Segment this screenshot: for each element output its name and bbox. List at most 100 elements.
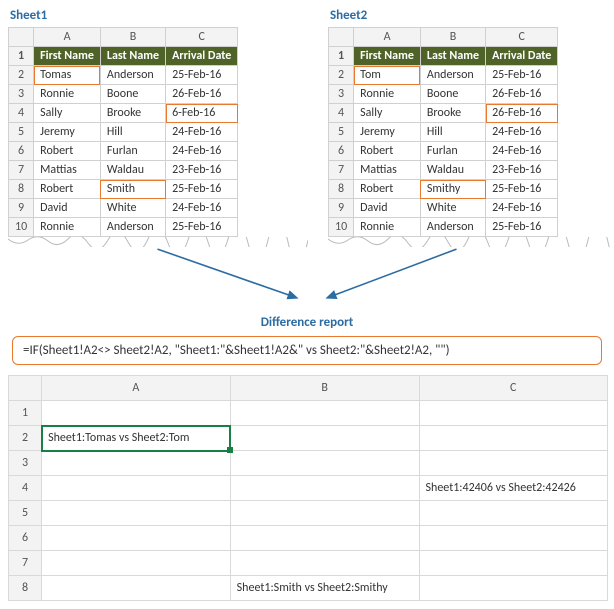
cell[interactable]: Ronnie [34, 218, 101, 237]
row-header[interactable]: 2 [9, 426, 42, 451]
cell[interactable]: 6-Feb-16 [166, 104, 238, 123]
cell[interactable] [230, 426, 419, 451]
row-header[interactable]: 4 [9, 476, 42, 501]
cell[interactable]: Boone [100, 85, 165, 104]
cell[interactable]: 25-Feb-16 [486, 218, 558, 237]
cell[interactable] [230, 501, 419, 526]
row-header[interactable]: 8 [329, 180, 354, 199]
cell[interactable]: Smithy [420, 180, 485, 199]
row-header[interactable]: 3 [9, 451, 42, 476]
cell[interactable]: 23-Feb-16 [166, 161, 238, 180]
cell[interactable]: Sally [354, 104, 421, 123]
header-cell[interactable]: First Name [354, 47, 421, 66]
cell[interactable]: 24-Feb-16 [486, 199, 558, 218]
cell[interactable] [230, 401, 419, 426]
cell[interactable] [42, 576, 231, 601]
row-header[interactable]: 2 [9, 66, 34, 85]
cell[interactable]: Waldau [420, 161, 485, 180]
col-header[interactable]: B [420, 28, 485, 47]
row-header[interactable]: 10 [329, 218, 354, 237]
cell[interactable] [419, 401, 608, 426]
cell[interactable]: 24-Feb-16 [166, 199, 238, 218]
col-header[interactable]: A [354, 28, 421, 47]
cell[interactable]: Waldau [100, 161, 165, 180]
cell[interactable] [419, 551, 608, 576]
cell[interactable]: Jeremy [34, 123, 101, 142]
cell[interactable]: Jeremy [354, 123, 421, 142]
corner-cell[interactable] [329, 28, 354, 47]
cell[interactable] [419, 526, 608, 551]
row-header[interactable]: 6 [9, 142, 34, 161]
row-header[interactable]: 5 [329, 123, 354, 142]
row-header[interactable]: 9 [329, 199, 354, 218]
cell[interactable]: Tomas [34, 66, 101, 85]
cell[interactable]: Boone [420, 85, 485, 104]
cell[interactable]: White [100, 199, 165, 218]
result-grid[interactable]: ABC12Sheet1:Tomas vs Sheet2:Tom34Sheet1:… [8, 375, 608, 601]
header-cell[interactable]: First Name [34, 47, 101, 66]
corner-cell[interactable] [9, 28, 34, 47]
cell[interactable]: 25-Feb-16 [166, 180, 238, 199]
cell[interactable] [230, 551, 419, 576]
row-header[interactable]: 1 [9, 47, 34, 66]
row-header[interactable]: 7 [9, 161, 34, 180]
cell[interactable]: Robert [354, 180, 421, 199]
cell[interactable]: Brooke [100, 104, 165, 123]
cell[interactable]: Hill [100, 123, 165, 142]
header-cell[interactable]: Last Name [420, 47, 485, 66]
cell[interactable]: Robert [354, 142, 421, 161]
row-header[interactable]: 8 [9, 576, 42, 601]
cell[interactable] [419, 451, 608, 476]
cell[interactable]: White [420, 199, 485, 218]
cell[interactable] [419, 426, 608, 451]
cell[interactable]: 24-Feb-16 [486, 123, 558, 142]
row-header[interactable]: 6 [9, 526, 42, 551]
cell[interactable]: 24-Feb-16 [166, 142, 238, 161]
cell[interactable]: Ronnie [354, 85, 421, 104]
cell[interactable] [230, 476, 419, 501]
row-header[interactable]: 6 [329, 142, 354, 161]
sheet1-grid[interactable]: ABC1First NameLast NameArrival Date2Toma… [8, 27, 238, 237]
cell[interactable]: Robert [34, 180, 101, 199]
cell[interactable]: 25-Feb-16 [166, 218, 238, 237]
cell[interactable]: Sally [34, 104, 101, 123]
row-header[interactable]: 10 [9, 218, 34, 237]
header-cell[interactable]: Last Name [100, 47, 165, 66]
row-header[interactable]: 7 [329, 161, 354, 180]
col-header[interactable]: A [42, 376, 231, 401]
cell[interactable]: Anderson [420, 218, 485, 237]
cell[interactable] [42, 526, 231, 551]
cell[interactable]: Sheet1:42406 vs Sheet2:42426 [419, 476, 608, 501]
col-header[interactable]: C [166, 28, 238, 47]
cell[interactable]: 24-Feb-16 [166, 123, 238, 142]
cell[interactable] [419, 501, 608, 526]
cell[interactable]: Ronnie [354, 218, 421, 237]
cell[interactable]: Sheet1:Tomas vs Sheet2:Tom [42, 426, 231, 451]
row-header[interactable]: 4 [329, 104, 354, 123]
cell[interactable]: Furlan [420, 142, 485, 161]
row-header[interactable]: 5 [9, 123, 34, 142]
cell[interactable]: Furlan [100, 142, 165, 161]
cell[interactable] [419, 576, 608, 601]
cell[interactable]: 26-Feb-16 [166, 85, 238, 104]
cell[interactable]: 25-Feb-16 [486, 180, 558, 199]
cell[interactable]: David [354, 199, 421, 218]
sheet2-grid[interactable]: ABC1First NameLast NameArrival Date2TomA… [328, 27, 558, 237]
header-cell[interactable]: Arrival Date [486, 47, 558, 66]
row-header[interactable]: 4 [9, 104, 34, 123]
col-header[interactable]: C [419, 376, 608, 401]
row-header[interactable]: 8 [9, 180, 34, 199]
cell[interactable]: Sheet1:Smith vs Sheet2:Smithy [230, 576, 419, 601]
cell[interactable] [42, 551, 231, 576]
cell[interactable]: Anderson [100, 218, 165, 237]
formula-bar[interactable]: =IF(Sheet1!A2<> Sheet2!A2, "Sheet1:"&She… [12, 336, 602, 365]
corner-cell[interactable] [9, 376, 42, 401]
row-header[interactable]: 5 [9, 501, 42, 526]
cell[interactable]: Mattias [354, 161, 421, 180]
row-header[interactable]: 1 [329, 47, 354, 66]
cell[interactable]: Smith [100, 180, 165, 199]
cell[interactable]: Mattias [34, 161, 101, 180]
cell[interactable]: 26-Feb-16 [486, 104, 558, 123]
cell[interactable]: Brooke [420, 104, 485, 123]
cell[interactable] [230, 451, 419, 476]
